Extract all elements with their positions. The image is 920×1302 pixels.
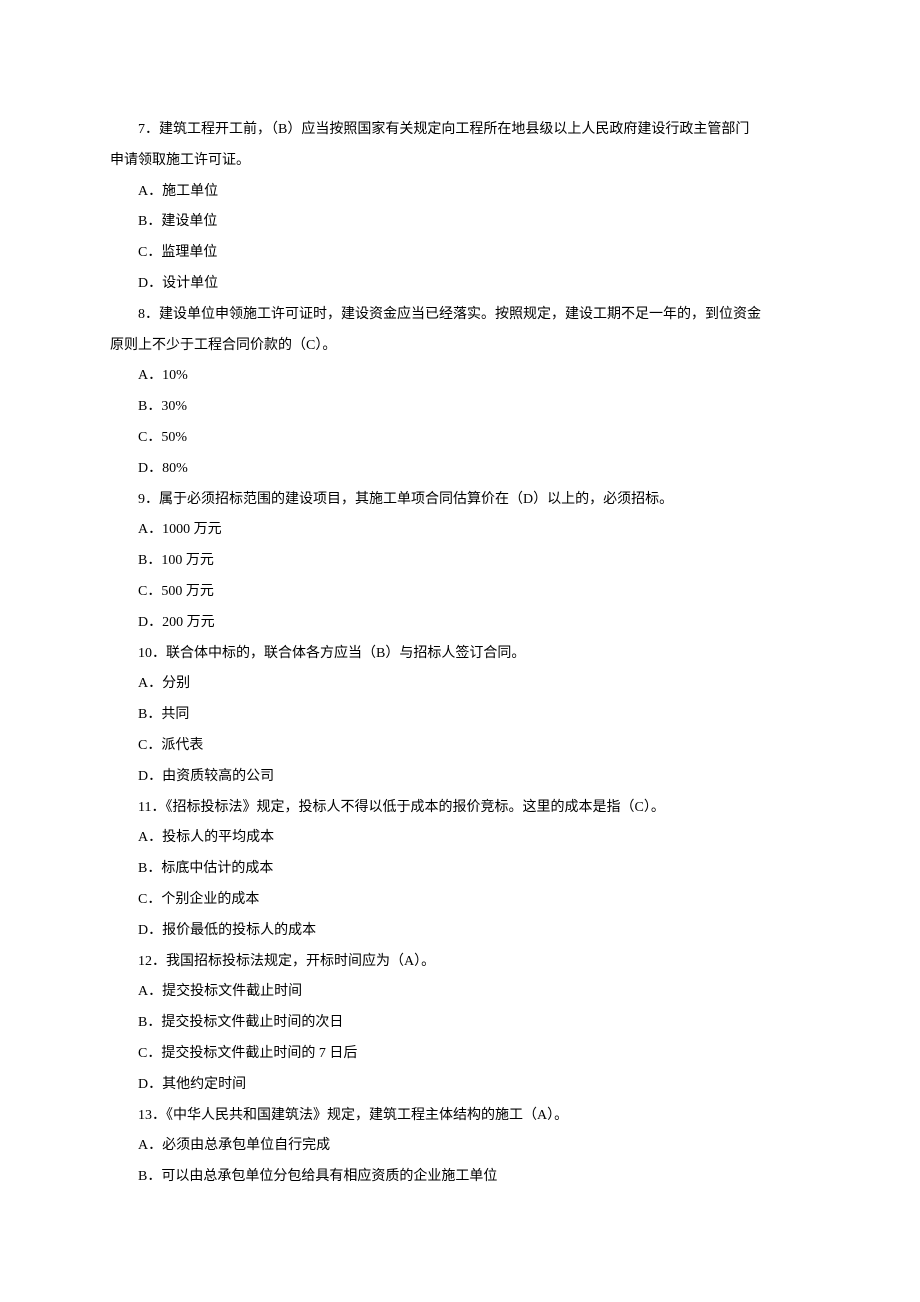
question-9-line1: 9．属于必须招标范围的建设项目，其施工单项合同估算价在（D）以上的，必须招标。 bbox=[110, 485, 810, 516]
question-10-option-d: D．由资质较高的公司 bbox=[110, 762, 810, 793]
question-7-option-c: C．监理单位 bbox=[110, 238, 810, 269]
question-7-option-d: D．设计单位 bbox=[110, 269, 810, 300]
question-11-option-b: B．标底中估计的成本 bbox=[110, 854, 810, 885]
question-12-line1: 12．我国招标投标法规定，开标时间应为（A）。 bbox=[110, 947, 810, 978]
question-9-option-d: D．200 万元 bbox=[110, 608, 810, 639]
question-8-option-b: B．30% bbox=[110, 392, 810, 423]
question-12-option-b: B．提交投标文件截止时间的次日 bbox=[110, 1008, 810, 1039]
question-11-option-d: D．报价最低的投标人的成本 bbox=[110, 916, 810, 947]
question-10-option-c: C．派代表 bbox=[110, 731, 810, 762]
question-11-option-c: C．个别企业的成本 bbox=[110, 885, 810, 916]
question-10-line1: 10．联合体中标的，联合体各方应当（B）与招标人签订合同。 bbox=[110, 639, 810, 670]
question-12-option-d: D．其他约定时间 bbox=[110, 1070, 810, 1101]
question-9-option-a: A．1000 万元 bbox=[110, 515, 810, 546]
question-8-option-a: A．10% bbox=[110, 361, 810, 392]
question-10-option-a: A．分别 bbox=[110, 669, 810, 700]
question-8-option-c: C．50% bbox=[110, 423, 810, 454]
question-11-line1: 11．《招标投标法》规定，投标人不得以低于成本的报价竞标。这里的成本是指（C）。 bbox=[110, 793, 810, 824]
question-12-option-c: C．提交投标文件截止时间的 7 日后 bbox=[110, 1039, 810, 1070]
question-8-line1: 8．建设单位申领施工许可证时，建设资金应当已经落实。按照规定，建设工期不足一年的… bbox=[110, 300, 810, 331]
question-11-option-a: A．投标人的平均成本 bbox=[110, 823, 810, 854]
question-10-option-b: B．共同 bbox=[110, 700, 810, 731]
question-9-option-c: C．500 万元 bbox=[110, 577, 810, 608]
question-13-line1: 13．《中华人民共和国建筑法》规定，建筑工程主体结构的施工（A）。 bbox=[110, 1101, 810, 1132]
question-13-option-a: A．必须由总承包单位自行完成 bbox=[110, 1131, 810, 1162]
document-content: 7．建筑工程开工前，（B）应当按照国家有关规定向工程所在地县级以上人民政府建设行… bbox=[110, 115, 810, 1193]
question-12-option-a: A．提交投标文件截止时间 bbox=[110, 977, 810, 1008]
question-7-option-a: A．施工单位 bbox=[110, 177, 810, 208]
question-8-option-d: D．80% bbox=[110, 454, 810, 485]
question-13-option-b: B．可以由总承包单位分包给具有相应资质的企业施工单位 bbox=[110, 1162, 810, 1193]
question-7-option-b: B．建设单位 bbox=[110, 207, 810, 238]
question-9-option-b: B．100 万元 bbox=[110, 546, 810, 577]
question-7-line1: 7．建筑工程开工前，（B）应当按照国家有关规定向工程所在地县级以上人民政府建设行… bbox=[110, 115, 810, 146]
question-8-line2: 原则上不少于工程合同价款的（C）。 bbox=[110, 331, 810, 362]
question-7-line2: 申请领取施工许可证。 bbox=[110, 146, 810, 177]
